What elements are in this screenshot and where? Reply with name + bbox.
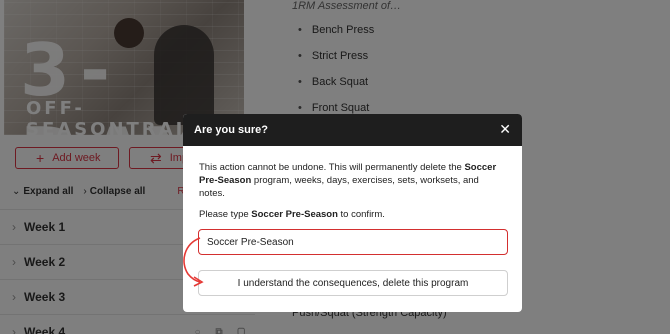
warning-message: This action cannot be undone. This will …: [199, 161, 506, 200]
confirm-instruction: Please type Soccer Pre-Season to confirm…: [199, 208, 506, 221]
confirm-name-input[interactable]: [198, 229, 508, 255]
delete-program-button[interactable]: I understand the consequences, delete th…: [198, 270, 508, 296]
delete-confirmation-dialog: Are you sure? ✕ This action cannot be un…: [183, 114, 522, 312]
dialog-header: Are you sure? ✕: [183, 114, 522, 146]
confirm-suffix: to confirm.: [337, 209, 385, 220]
dialog-title: Are you sure?: [194, 124, 268, 136]
warning-text-start: This action cannot be undone. This will …: [199, 162, 465, 173]
confirm-program-name: Soccer Pre-Season: [251, 209, 338, 220]
dialog-body: This action cannot be undone. This will …: [183, 146, 522, 221]
confirm-prefix: Please type: [199, 209, 252, 220]
close-icon[interactable]: ✕: [499, 122, 511, 138]
